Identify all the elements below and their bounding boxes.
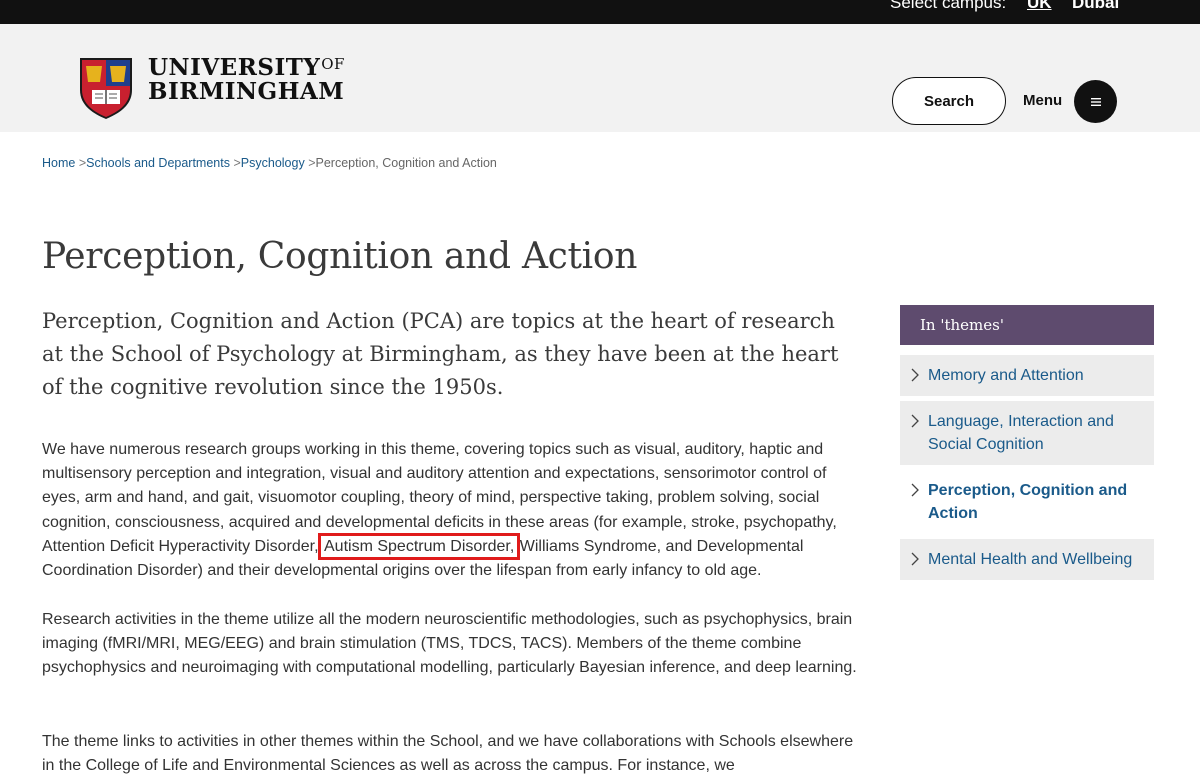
highlighted-text-autism: Autism Spectrum Disorder,: [317, 532, 521, 560]
sidebar-item-language-interaction[interactable]: Language, Interaction and Social Cogniti…: [900, 401, 1154, 465]
breadcrumb-psychology[interactable]: Psychology: [241, 156, 305, 170]
sidebar-heading: In 'themes': [900, 305, 1154, 345]
search-button[interactable]: Search: [892, 77, 1006, 125]
logo-wordmark-line2: BIRMINGHAM: [148, 78, 345, 105]
breadcrumb-current: Perception, Cognition and Action: [315, 156, 497, 170]
themes-sidebar: In 'themes' Memory and Attention Languag…: [900, 305, 1154, 580]
sidebar-item-memory-attention[interactable]: Memory and Attention: [900, 355, 1154, 396]
sidebar-item-label: Memory and Attention: [928, 367, 1084, 384]
breadcrumb-home[interactable]: Home: [42, 156, 75, 170]
breadcrumb-separator: >: [233, 156, 241, 170]
campus-uk-link[interactable]: UK: [1027, 0, 1052, 18]
menu-button[interactable]: [1074, 80, 1117, 123]
chevron-right-icon: [911, 483, 919, 497]
intro-paragraph: Perception, Cognition and Action (PCA) a…: [42, 309, 839, 399]
page-title: Perception, Cognition and Action: [42, 236, 638, 277]
chevron-right-icon: [911, 368, 919, 382]
chevron-right-icon: [911, 552, 919, 566]
campus-bar: Select campus: UK Dubai: [0, 0, 1200, 24]
site-header: UNIVERSITYOF BIRMINGHAM Search Menu: [0, 24, 1200, 132]
campus-select-label: Select campus:: [890, 0, 1007, 12]
breadcrumb: Home >Schools and Departments >Psycholog…: [42, 156, 497, 170]
breadcrumb-schools[interactable]: Schools and Departments: [86, 156, 230, 170]
logo-wordmark-line1: UNIVERSITYOF: [148, 54, 345, 81]
body-paragraph-methods: Research activities in the theme utilize…: [42, 611, 857, 677]
sidebar-item-label: Language, Interaction and Social Cogniti…: [928, 413, 1114, 453]
menu-label[interactable]: Menu: [1023, 92, 1062, 109]
hamburger-icon: [1090, 97, 1101, 106]
sidebar-item-label: Perception, Cognition and Action: [928, 482, 1128, 522]
body-paragraph-research-groups: We have numerous research groups working…: [42, 438, 862, 583]
sidebar-item-mental-health[interactable]: Mental Health and Wellbeing: [900, 539, 1154, 580]
sidebar-item-perception-cognition-action[interactable]: Perception, Cognition and Action: [900, 470, 1154, 534]
crest-icon: [80, 58, 132, 119]
breadcrumb-separator: >: [308, 156, 316, 170]
university-logo[interactable]: UNIVERSITYOF BIRMINGHAM: [78, 54, 344, 122]
chevron-right-icon: [911, 414, 919, 428]
campus-dubai-link[interactable]: Dubai: [1072, 0, 1119, 18]
sidebar-item-label: Mental Health and Wellbeing: [928, 551, 1133, 568]
